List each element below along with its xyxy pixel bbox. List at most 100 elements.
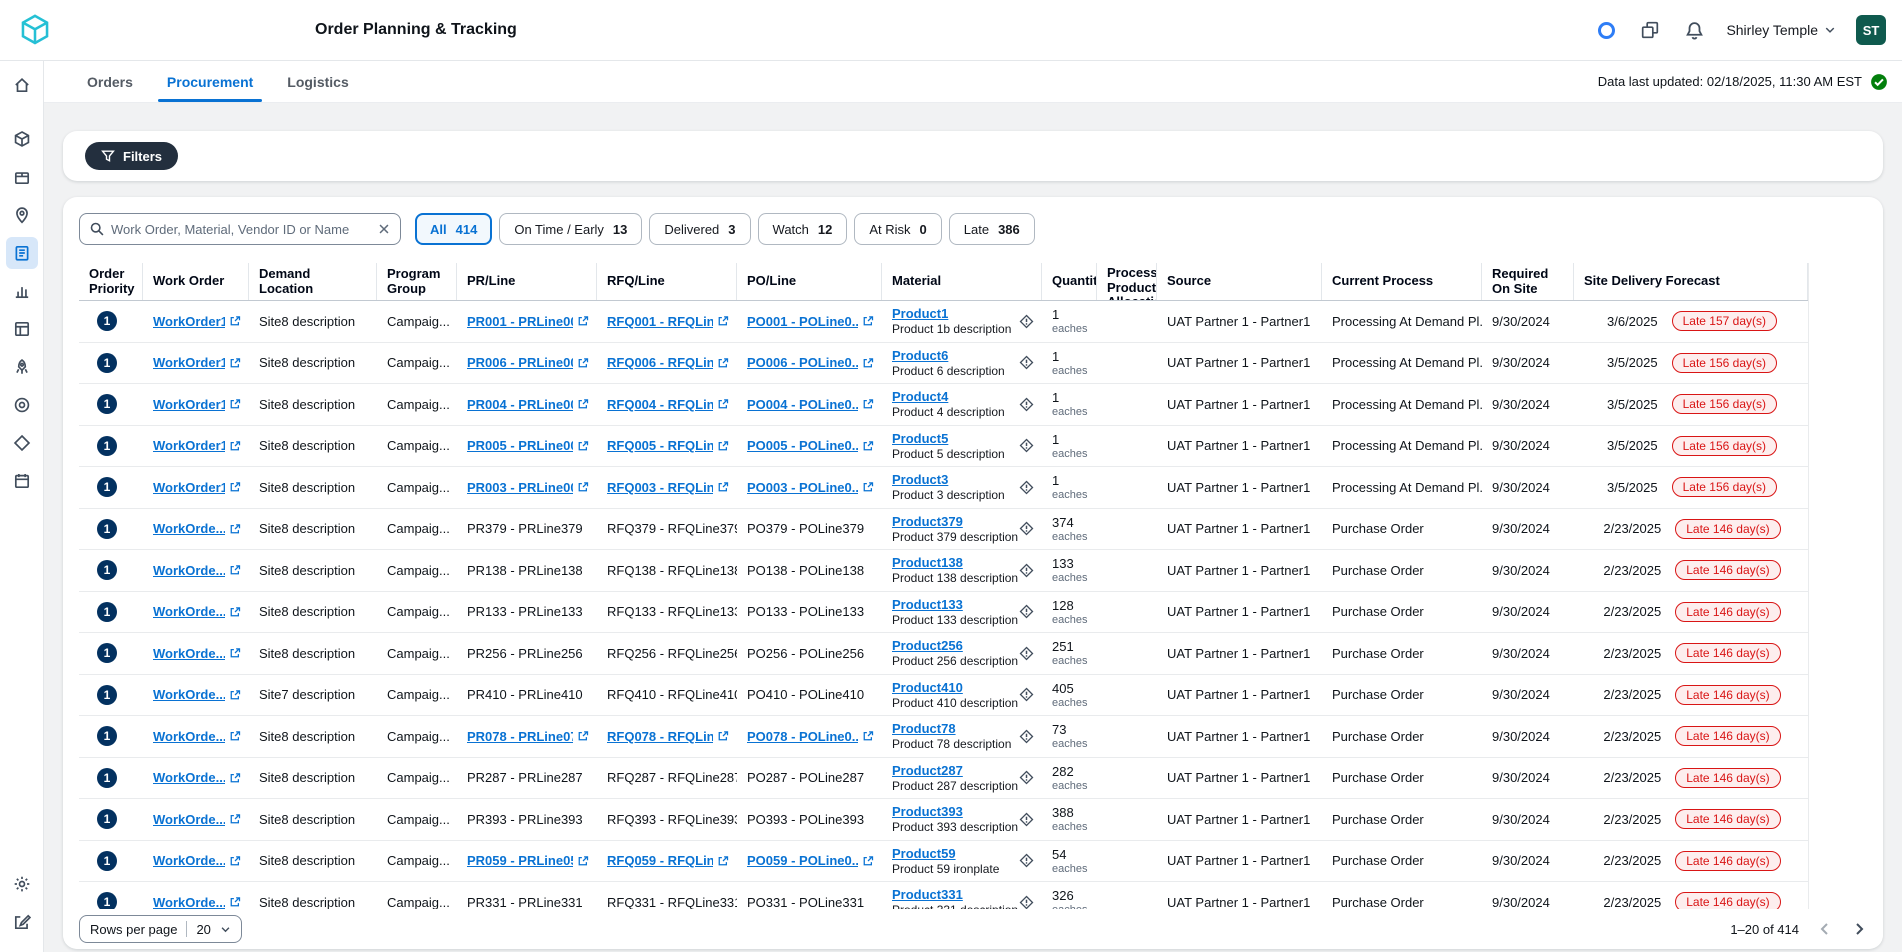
sidebar-item-settings[interactable] (6, 868, 38, 900)
pr-line-link[interactable]: PR006 - PRLine006 (467, 355, 573, 370)
sidebar-item-shipments[interactable] (6, 161, 38, 193)
material-link[interactable]: Product379 (892, 514, 1018, 529)
work-order-link[interactable]: WorkOrde... (153, 687, 225, 702)
tab-logistics[interactable]: Logistics (270, 61, 365, 102)
pr-line-link[interactable]: PR004 - PRLine004 (467, 397, 573, 412)
col-po-line[interactable]: PO/Line (737, 263, 882, 300)
work-order-link[interactable]: WorkOrder1 (153, 438, 225, 453)
work-order-link[interactable]: WorkOrde... (153, 812, 225, 827)
col-material[interactable]: Material (882, 263, 1042, 300)
col-current-process[interactable]: Current Process (1322, 263, 1482, 300)
user-menu[interactable]: Shirley Temple (1726, 22, 1836, 38)
chip-at-risk[interactable]: At Risk0 (854, 213, 941, 245)
tab-orders[interactable]: Orders (70, 61, 150, 102)
chip-on-time-early[interactable]: On Time / Early13 (499, 213, 642, 245)
col-site-delivery-forecast[interactable]: Site Delivery Forecast (1574, 263, 1808, 300)
material-link[interactable]: Product256 (892, 638, 1018, 653)
col-rfq-line[interactable]: RFQ/Line (597, 263, 737, 300)
sidebar-item-locations[interactable] (6, 199, 38, 231)
prev-page-icon[interactable] (1817, 921, 1833, 937)
pr-line-link[interactable]: PR003 - PRLine003 (467, 480, 573, 495)
rfq-line-link[interactable]: RFQ004 - RFQLin... (607, 397, 713, 412)
material-link[interactable]: Product3 (892, 472, 1005, 487)
po-line-link[interactable]: PO004 - POLine0... (747, 397, 858, 412)
copy-windows-icon[interactable] (1638, 18, 1662, 42)
material-link[interactable]: Product5 (892, 431, 1005, 446)
chip-watch[interactable]: Watch12 (758, 213, 848, 245)
q-assistant-icon[interactable] (1594, 18, 1618, 42)
material-link[interactable]: Product6 (892, 348, 1005, 363)
user-avatar[interactable]: ST (1856, 15, 1886, 45)
pr-line-link[interactable]: PR059 - PRLine059 (467, 853, 573, 868)
sidebar-item-targets[interactable] (6, 389, 38, 421)
sidebar-item-products[interactable] (6, 123, 38, 155)
po-line-link[interactable]: PO005 - POLine0... (747, 438, 858, 453)
work-order-link[interactable]: WorkOrde... (153, 895, 225, 910)
work-order-link[interactable]: WorkOrde... (153, 853, 225, 868)
rows-per-page-select[interactable]: Rows per page 20 (79, 915, 242, 943)
search-input[interactable] (111, 222, 371, 237)
work-order-link[interactable]: WorkOrde... (153, 729, 225, 744)
sidebar-item-home[interactable] (6, 69, 38, 101)
rfq-line-link[interactable]: RFQ001 - RFQLin... (607, 314, 713, 329)
material-link[interactable]: Product287 (892, 763, 1018, 778)
chip-late[interactable]: Late386 (949, 213, 1035, 245)
rfq-line-link[interactable]: RFQ003 - RFQLin... (607, 480, 713, 495)
po-line-link[interactable]: PO006 - POLine0... (747, 355, 858, 370)
col-quantity[interactable]: Quantity (1042, 263, 1097, 300)
col-required-on-site[interactable]: Required On Site (1482, 263, 1574, 300)
tab-procurement[interactable]: Procurement (150, 61, 270, 102)
sidebar-item-reports[interactable] (6, 313, 38, 345)
pr-line-link[interactable]: PR078 - PRLine078 (467, 729, 573, 744)
material-link[interactable]: Product78 (892, 721, 1011, 736)
rfq-line-link[interactable]: RFQ059 - RFQLin... (607, 853, 713, 868)
work-order-link[interactable]: WorkOrde... (153, 563, 225, 578)
sidebar-item-materials[interactable] (6, 427, 38, 459)
po-line-link[interactable]: PO003 - POLine0... (747, 480, 858, 495)
app-logo-icon[interactable] (16, 11, 54, 49)
sidebar-item-analytics[interactable] (6, 275, 38, 307)
pr-line-link[interactable]: PR001 - PRLine001 (467, 314, 573, 329)
col-allocation-type[interactable]: Process Product Allocation Type (1097, 263, 1157, 300)
pr-line-link[interactable]: PR005 - PRLine005 (467, 438, 573, 453)
work-order-link[interactable]: WorkOrder1 (153, 355, 225, 370)
col-pr-line[interactable]: PR/Line (457, 263, 597, 300)
sidebar-item-orders[interactable] (6, 237, 38, 269)
po-line-link[interactable]: PO059 - POLine0... (747, 853, 858, 868)
rfq-line-link[interactable]: RFQ005 - RFQLin... (607, 438, 713, 453)
rfq-line-link[interactable]: RFQ006 - RFQLin... (607, 355, 713, 370)
clear-search-icon[interactable] (377, 222, 391, 236)
material-link[interactable]: Product138 (892, 555, 1018, 570)
po-line-link[interactable]: PO078 - POLine0... (747, 729, 858, 744)
col-program-group[interactable]: Program Group (377, 263, 457, 300)
work-order-link[interactable]: WorkOrde... (153, 521, 225, 536)
material-link[interactable]: Product59 (892, 846, 999, 861)
work-order-link[interactable]: WorkOrder1 (153, 314, 225, 329)
chip-delivered[interactable]: Delivered3 (649, 213, 750, 245)
work-order-link[interactable]: WorkOrder1 (153, 480, 225, 495)
next-page-icon[interactable] (1851, 921, 1867, 937)
sidebar-item-edit[interactable] (6, 906, 38, 938)
col-source[interactable]: Source (1157, 263, 1322, 300)
col-order-priority[interactable]: Order Priority (79, 263, 143, 300)
po-line-link[interactable]: PO001 - POLine0... (747, 314, 858, 329)
work-order-link[interactable]: WorkOrde... (153, 604, 225, 619)
filters-button[interactable]: Filters (85, 142, 178, 170)
allocation-diamond-icon (1019, 521, 1034, 536)
work-order-link[interactable]: WorkOrde... (153, 770, 225, 785)
material-link[interactable]: Product4 (892, 389, 1005, 404)
material-link[interactable]: Product410 (892, 680, 1018, 695)
rfq-line-link[interactable]: RFQ078 - RFQLin... (607, 729, 713, 744)
col-demand-location[interactable]: Demand Location (249, 263, 377, 300)
work-order-link[interactable]: WorkOrde... (153, 646, 225, 661)
sidebar-item-launch[interactable] (6, 351, 38, 383)
col-work-order[interactable]: Work Order (143, 263, 249, 300)
material-link[interactable]: Product133 (892, 597, 1018, 612)
sidebar-item-calendar[interactable] (6, 465, 38, 497)
work-order-link[interactable]: WorkOrder1 (153, 397, 225, 412)
material-link[interactable]: Product1 (892, 306, 1011, 321)
material-link[interactable]: Product331 (892, 887, 1018, 902)
material-link[interactable]: Product393 (892, 804, 1018, 819)
chip-all[interactable]: All414 (415, 213, 492, 245)
notifications-bell-icon[interactable] (1682, 18, 1706, 42)
